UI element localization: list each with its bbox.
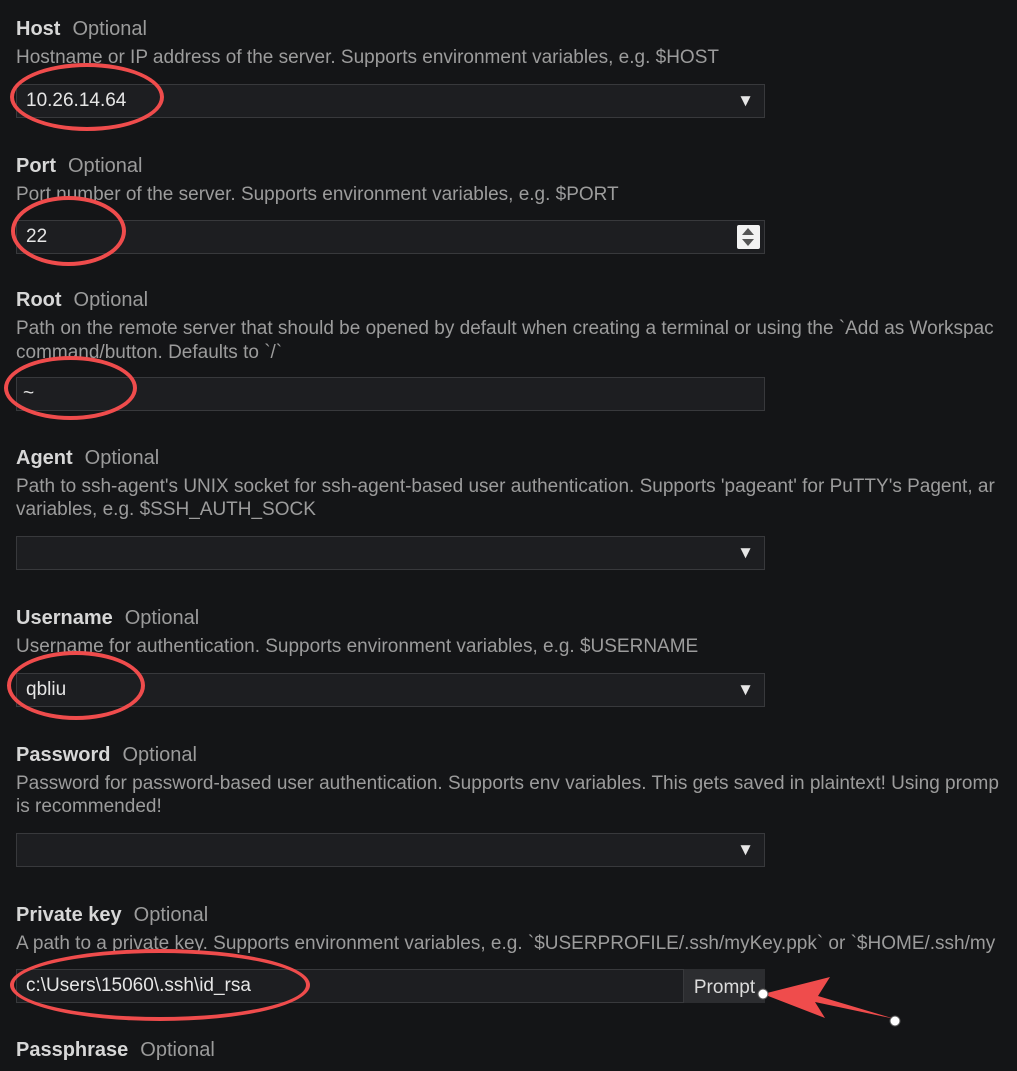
red-arrow-icon	[763, 977, 895, 1019]
port-description: Port number of the server. Supports envi…	[16, 184, 619, 205]
highlight-ellipse-private-key	[10, 949, 310, 1021]
root-description-line-1: Path on the remote server that should be…	[16, 318, 994, 339]
username-optional-tag: Optional	[124, 607, 200, 629]
port-optional-tag: Optional	[68, 155, 143, 177]
root-label-name: Root	[16, 289, 62, 311]
highlight-ellipse-username	[7, 651, 145, 720]
agent-description-line-2: variables, e.g. $SSH_AUTH_SOCK	[16, 499, 316, 520]
port-label: Port Optional	[16, 154, 143, 178]
port-label-name: Port	[16, 155, 56, 177]
host-label-name: Host	[16, 18, 61, 40]
root-description-line-2: command/button. Defaults to `/`	[16, 342, 283, 363]
private-key-label: Private key Optional	[16, 903, 208, 927]
password-description-line-1: Password for password-based user authent…	[16, 773, 999, 794]
agent-description-line-1: Path to ssh-agent's UNIX socket for ssh-…	[16, 476, 995, 497]
password-label-name: Password	[16, 744, 111, 766]
username-description: Username for authentication. Supports en…	[16, 636, 699, 657]
prompt-button[interactable]: Prompt	[684, 969, 765, 1003]
password-select[interactable]: ▼	[16, 833, 765, 867]
stepper-up-icon[interactable]	[742, 228, 754, 235]
password-optional-tag: Optional	[122, 744, 197, 766]
highlight-ellipse-host	[10, 63, 164, 131]
highlight-ellipse-port	[11, 196, 126, 266]
agent-label: Agent Optional	[16, 446, 159, 470]
arrow-tail-handle-icon	[889, 1015, 901, 1027]
root-optional-tag: Optional	[73, 289, 149, 311]
passphrase-optional-tag: Optional	[140, 1039, 215, 1061]
stepper-down-icon[interactable]	[742, 239, 754, 246]
ssh-config-form: Host Optional Hostname or IP address of t…	[0, 0, 1017, 1071]
username-label-name: Username	[16, 607, 113, 629]
agent-label-name: Agent	[16, 447, 73, 469]
host-optional-tag: Optional	[72, 18, 147, 40]
password-description-line-2: is recommended!	[16, 796, 162, 817]
highlight-ellipse-root	[4, 356, 137, 420]
private-key-label-name: Private key	[16, 904, 122, 926]
root-label: Root Optional	[16, 288, 148, 312]
passphrase-label-name: Passphrase	[16, 1039, 129, 1061]
host-description: Hostname or IP address of the server. Su…	[16, 47, 719, 68]
private-key-optional-tag: Optional	[133, 904, 209, 926]
username-label: Username Optional	[16, 606, 199, 630]
stepper-arrows-icon[interactable]	[737, 225, 760, 249]
agent-select[interactable]: ▼	[16, 536, 765, 570]
chevron-down-icon[interactable]: ▼	[737, 537, 754, 569]
port-input[interactable]: 22	[16, 220, 765, 254]
host-label: Host Optional	[16, 17, 147, 41]
chevron-down-icon[interactable]: ▼	[737, 674, 754, 706]
password-label: Password Optional	[16, 743, 197, 767]
passphrase-label: Passphrase Optional	[16, 1038, 215, 1062]
chevron-down-icon[interactable]: ▼	[737, 834, 754, 866]
agent-optional-tag: Optional	[84, 447, 160, 469]
chevron-down-icon[interactable]: ▼	[737, 85, 754, 117]
